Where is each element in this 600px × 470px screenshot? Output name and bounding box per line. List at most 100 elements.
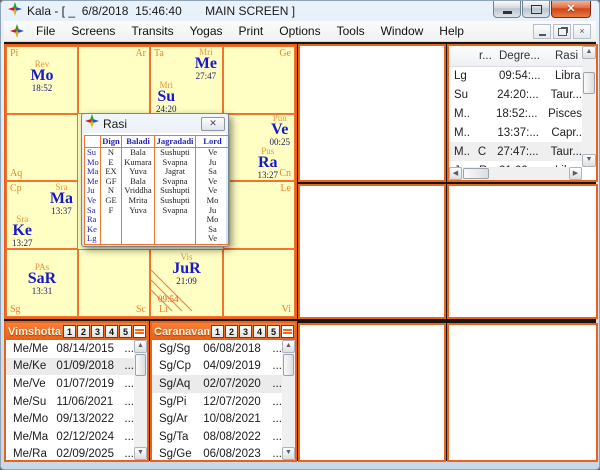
dasha-row[interactable]: Me/Ma02/12/2024... (6, 428, 134, 446)
dasha-row[interactable]: Sg/Aq02/07/2020... (152, 375, 282, 393)
dasha-more: ... (272, 360, 282, 372)
menu-item-tools[interactable]: Tools (329, 22, 373, 40)
dasha-row[interactable]: Sg/Ar10/08/2021... (152, 410, 282, 428)
chart-cell-pi[interactable]: PiRevMo18:52 (6, 46, 78, 114)
dasha-tab-5[interactable]: 5 (267, 325, 280, 338)
dasha-tab-1[interactable]: 1 (211, 325, 224, 338)
chart-cell-vi[interactable]: Vi (223, 249, 295, 317)
planet-label: Me (195, 57, 217, 71)
maximize-button[interactable] (522, 1, 550, 18)
dasha-row[interactable]: Me/Su11/06/2021... (6, 393, 134, 411)
dasha-row[interactable]: Me/Ve01/07/2019... (6, 375, 134, 393)
rasi-table-header-cell (85, 136, 101, 148)
rasi-popup-close-button[interactable]: ✕ (201, 117, 225, 131)
chart-cell-cp[interactable]: CpSraMa13:37SraKe13:27 (6, 181, 78, 249)
rasi-popup[interactable]: Rasi ✕ DignBaladiJagradadiLordSuNBalaSus… (81, 113, 229, 247)
scroll-right-button[interactable]: ▶ (569, 167, 582, 180)
rasi-table-row[interactable]: MeGFBalaSvapnaVe (85, 177, 230, 187)
rasi-table-row[interactable]: VeGEMritaSushuptiMo (85, 196, 230, 206)
scroll-thumb[interactable] (135, 354, 146, 376)
scroll-thumb[interactable] (583, 72, 595, 94)
sign-label: Cp (10, 183, 22, 194)
planet-table-vscrollbar[interactable]: ▲ ▼ (582, 46, 596, 167)
dasha-tab-4[interactable]: 4 (253, 325, 266, 338)
mdi-close-button[interactable]: × (573, 24, 591, 39)
menu-item-transits[interactable]: Transits (123, 22, 181, 40)
window-title: Kala - [ _ 6/8/2018 15:46:40 MAIN SCREEN… (27, 4, 295, 18)
menu-item-print[interactable]: Print (231, 22, 272, 40)
dasha-more: ... (124, 431, 134, 443)
menu-item-help[interactable]: Help (431, 22, 472, 40)
chart-cell-aq[interactable]: Aq (6, 114, 78, 181)
dasha-row[interactable]: Sg/Pi12/07/2020... (152, 393, 282, 411)
dasha-row[interactable]: Sg/Cp04/09/2019... (152, 358, 282, 376)
dasha-tab-3[interactable]: 3 (91, 325, 104, 338)
dasha-vscrollbar[interactable]: ▲▼ (134, 340, 147, 460)
dasha-tab-1[interactable]: 1 (63, 325, 76, 338)
dasha-tab-3[interactable]: 3 (239, 325, 252, 338)
minimize-button[interactable] (493, 1, 521, 18)
rasi-table-row[interactable]: SuNBalaSushuptiVe (85, 148, 230, 158)
scroll-thumb[interactable] (283, 354, 294, 376)
chart-cell-li[interactable]: LiVisJuR21:0909:54 (150, 249, 223, 317)
dasha-tab-2[interactable]: 2 (225, 325, 238, 338)
scroll-up-button[interactable]: ▲ (134, 340, 147, 353)
chart-cell-sc[interactable]: Sc (78, 249, 150, 317)
menu-item-yogas[interactable]: Yogas (182, 22, 231, 40)
scroll-down-button[interactable]: ▼ (582, 154, 596, 167)
chart-cell-ge[interactable]: Ge (223, 46, 295, 114)
chart-cell-ar[interactable]: Ar (78, 46, 150, 114)
mdi-restore-button[interactable] (553, 24, 571, 39)
dasha-panel-caranavamsa: Caranavamsa12345Sg/Sg06/08/2018...Sg/Cp0… (150, 321, 297, 462)
mdi-minimize-button[interactable] (533, 24, 551, 39)
rasi-table-row[interactable]: MaEXYuvaJagratSa (85, 167, 230, 177)
dasha-menu-icon[interactable] (133, 325, 146, 338)
close-icon: ✕ (209, 118, 217, 129)
planet-table-row[interactable]: M..13:37:...Capr.. (449, 123, 582, 142)
planet-table-cell: Taur... (551, 89, 582, 101)
menu-item-options[interactable]: Options (271, 22, 328, 40)
scroll-left-button[interactable]: ◀ (449, 167, 462, 180)
planet-table-hscrollbar[interactable]: ◀ ▶ (449, 167, 582, 180)
menu-item-screens[interactable]: Screens (63, 22, 123, 40)
dasha-menu-icon[interactable] (281, 325, 294, 338)
dasha-row[interactable]: Me/Mo09/13/2022... (6, 410, 134, 428)
dasha-row[interactable]: Sg/Ge06/08/2023... (152, 446, 282, 460)
dasha-row[interactable]: Sg/Ta08/08/2022... (152, 428, 282, 446)
rasi-table-cell: Sushupti (155, 196, 196, 206)
rasi-popup-titlebar[interactable]: Rasi ✕ (82, 114, 228, 133)
dasha-row[interactable]: Me/Ke01/09/2018... (6, 358, 134, 376)
chart-cell-sg[interactable]: SgPAsSaR13:31 (6, 249, 78, 317)
rasi-table-row[interactable]: RaMo (85, 215, 230, 225)
dasha-row[interactable]: Sg/Sg06/08/2018... (152, 340, 282, 358)
rasi-table-row[interactable]: MoEKumaraSvapnaJu (85, 158, 230, 168)
planet-table-row[interactable]: M..18:52:...Pisces (449, 104, 582, 123)
dasha-row[interactable]: Me/Me08/14/2015... (6, 340, 134, 358)
scroll-down-button[interactable]: ▼ (134, 447, 147, 460)
scroll-down-button[interactable]: ▼ (282, 447, 295, 460)
dasha-tab-2[interactable]: 2 (77, 325, 90, 338)
rasi-table-row[interactable]: SaFYuvaSvapnaJu (85, 206, 230, 216)
menu-item-window[interactable]: Window (373, 22, 432, 40)
planet-table-row[interactable]: Lg09:54:...Libra (449, 66, 582, 85)
dasha-tab-4[interactable]: 4 (105, 325, 118, 338)
rasi-table-row[interactable]: KeSa (85, 225, 230, 235)
dasha-row[interactable]: Me/Ra02/09/2025... (6, 446, 134, 460)
menu-item-file[interactable]: File (28, 22, 63, 40)
dasha-tab-5[interactable]: 5 (119, 325, 132, 338)
chart-cell-ta[interactable]: TaMriMe27:47MriSu24:20 (150, 46, 223, 114)
scroll-up-button[interactable]: ▲ (282, 340, 295, 353)
sign-label: Sg (10, 304, 21, 315)
dasha-header-vimshottari: Vimshottari12345 (6, 323, 147, 340)
chart-cell-cn[interactable]: CnPunVe00:25PusRa13:27 (223, 114, 295, 181)
dasha-period: Me/Su (13, 396, 56, 408)
rasi-table-row[interactable]: LgVe (85, 234, 230, 244)
close-button[interactable]: ✕ (551, 1, 591, 18)
dasha-vscrollbar[interactable]: ▲▼ (282, 340, 295, 460)
planet-table-row[interactable]: Su24:20:...Taur... (449, 85, 582, 104)
rasi-table-row[interactable]: JuNVriddhaSushuptiVe (85, 186, 230, 196)
planet-table-row[interactable]: M..C27:47:...Taur... (449, 142, 582, 161)
scroll-thumb[interactable] (463, 168, 489, 179)
scroll-up-button[interactable]: ▲ (582, 46, 596, 59)
chart-cell-le[interactable]: Le (223, 181, 295, 249)
